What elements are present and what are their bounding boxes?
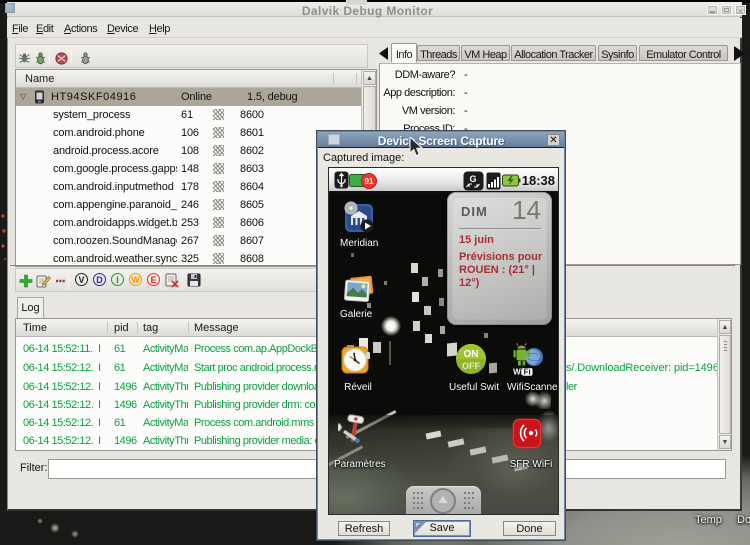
svg-text:ON: ON xyxy=(464,349,479,360)
svg-text:G: G xyxy=(469,174,476,184)
svg-text:Fi: Fi xyxy=(524,368,531,377)
svg-text:Wi: Wi xyxy=(513,368,523,377)
svg-text:91: 91 xyxy=(365,177,374,186)
svg-text:OFF: OFF xyxy=(462,361,480,371)
